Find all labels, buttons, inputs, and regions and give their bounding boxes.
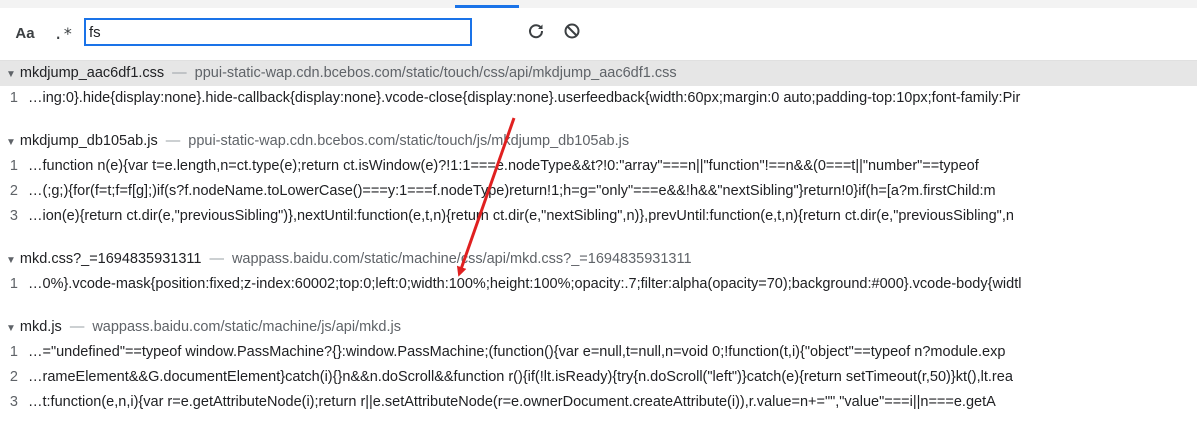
separator: — bbox=[172, 65, 187, 81]
search-results: ▼ mkdjump_aac6df1.css — ppui-static-wap.cdn… bbox=[0, 61, 1197, 446]
line-text: …ing:0}.hide{display:none}.hide-callback… bbox=[28, 90, 1021, 106]
file-name: mkd.css?_=1694835931311 bbox=[19, 251, 202, 267]
line-text: …function n(e){var t=e.length,n=ct.type(… bbox=[28, 158, 979, 174]
triangle-down-icon[interactable]: ▼ bbox=[6, 248, 16, 272]
file-header[interactable]: ▼ mkdjump_aac6df1.css — ppui-static-wap.cdn… bbox=[0, 61, 1197, 86]
line-text: …(;g;){for(f=t;f=f[g];)if(s?f.nodeName.t… bbox=[28, 183, 996, 199]
refresh-icon bbox=[527, 22, 545, 45]
separator: — bbox=[69, 319, 85, 335]
match-line[interactable]: 2 …rameElement&&G.documentElement}catch(i… bbox=[0, 365, 1197, 390]
file-header[interactable]: ▼ mkd.js — wappass.baidu.com/static/machine… bbox=[0, 315, 1197, 340]
top-tab-strip bbox=[0, 0, 1197, 8]
line-text: …0%}.vcode-mask{position:fixed;z-index:6… bbox=[28, 276, 1022, 292]
refresh-button[interactable] bbox=[523, 18, 549, 48]
line-number: 3 bbox=[9, 208, 18, 224]
line-number: 3 bbox=[9, 394, 18, 410]
line-text: …rameElement&&G.documentElement}catch(i)… bbox=[28, 369, 1013, 385]
match-line[interactable]: 2 …(;g;){for(f=t;f=f[g];)if(s?f.nodeName.… bbox=[0, 179, 1197, 204]
line-number: 1 bbox=[9, 276, 18, 292]
match-line[interactable]: 3 …t:function(e,n,i){var r=e.getAttribute… bbox=[0, 390, 1197, 415]
line-number: 2 bbox=[9, 183, 18, 199]
match-line[interactable]: 1 …0%}.vcode-mask{position:fixed;z-index:… bbox=[0, 272, 1197, 297]
file-name: mkd.js bbox=[19, 319, 62, 335]
match-line[interactable]: 1 …ing:0}.hide{display:none}.hide-callbac… bbox=[0, 86, 1197, 111]
search-toolbar: Aa .* bbox=[0, 8, 1197, 61]
file-header[interactable]: ▼ mkd.css?_=1694835931311 — wappass.baidu.c… bbox=[0, 247, 1197, 272]
match-line[interactable]: 1 …function n(e){var t=e.length,n=ct.type… bbox=[0, 154, 1197, 179]
file-name: mkdjump_db105ab.js bbox=[19, 133, 158, 149]
triangle-down-icon[interactable]: ▼ bbox=[6, 316, 16, 340]
file-url: ppui-static-wap.cdn.bcebos.com/static/to… bbox=[194, 65, 677, 81]
line-number: 2 bbox=[9, 369, 18, 385]
line-number: 1 bbox=[9, 344, 18, 360]
clear-icon bbox=[563, 22, 581, 45]
match-line[interactable]: 3 …ion(e){return ct.dir(e,"previousSiblin… bbox=[0, 204, 1197, 229]
line-text: …="undefined"==typeof window.PassMachine… bbox=[28, 344, 1006, 360]
file-url: wappass.baidu.com/static/machine/js/api/… bbox=[92, 319, 401, 335]
search-input[interactable] bbox=[84, 18, 472, 46]
separator: — bbox=[209, 251, 224, 267]
regex-toggle-button[interactable]: .* bbox=[50, 18, 76, 48]
file-url: ppui-static-wap.cdn.bcebos.com/static/to… bbox=[188, 133, 630, 149]
line-text: …t:function(e,n,i){var r=e.getAttributeN… bbox=[28, 394, 996, 410]
line-text: …ion(e){return ct.dir(e,"previousSibling… bbox=[28, 208, 1014, 224]
match-line[interactable]: 1 …="undefined"==typeof window.PassMachin… bbox=[0, 340, 1197, 365]
triangle-down-icon[interactable]: ▼ bbox=[6, 130, 16, 154]
triangle-down-icon[interactable]: ▼ bbox=[6, 62, 16, 86]
file-name: mkdjump_aac6df1.css bbox=[19, 65, 165, 81]
separator: — bbox=[165, 133, 181, 149]
file-header[interactable]: ▼ mkdjump_db105ab.js — ppui-static-wap.cdn.… bbox=[0, 129, 1197, 154]
clear-button[interactable] bbox=[559, 18, 585, 48]
match-case-button[interactable]: Aa bbox=[8, 18, 42, 48]
line-number: 1 bbox=[9, 90, 18, 106]
file-url: wappass.baidu.com/static/machine/css/api… bbox=[231, 251, 692, 267]
line-number: 1 bbox=[9, 158, 18, 174]
